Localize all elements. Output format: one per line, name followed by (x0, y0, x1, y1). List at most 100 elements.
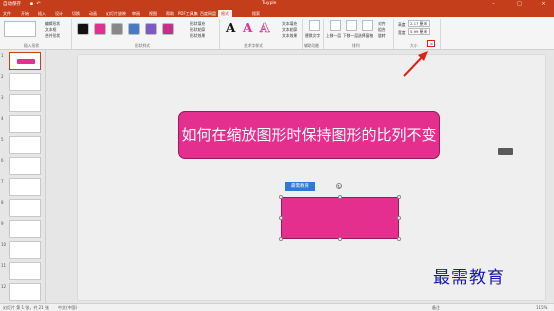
title-shape[interactable]: 如何在缩放图形时保持图形的比列不变 (178, 111, 440, 159)
tab-baidu-netdisk[interactable]: 百度网盘 (200, 10, 216, 17)
status-bar: 幻灯片 第 1 张，共 21 张 中文(中国) 备注 115% (0, 303, 554, 311)
slide-thumb-3[interactable] (9, 94, 41, 112)
height-label: 高度 (398, 22, 406, 27)
width-input[interactable]: 5.99 厘米 (408, 28, 430, 35)
tab-insert[interactable]: 插入 (38, 10, 46, 17)
selection-pane-icon[interactable] (362, 20, 373, 31)
resize-handle[interactable] (397, 237, 401, 241)
slide-count: 幻灯片 第 1 张，共 21 张 (3, 305, 49, 310)
thumb-number: 7 (1, 179, 4, 184)
notes-button[interactable]: 备注 (432, 305, 440, 311)
save-icon[interactable]: ▪ (28, 1, 35, 7)
slide-thumb-11[interactable] (9, 262, 41, 280)
group-label-insert-shapes: 插入形状 (24, 43, 40, 48)
resize-handle[interactable] (338, 237, 342, 241)
ribbon-divider (393, 19, 394, 49)
slide-thumb-4[interactable] (9, 115, 41, 133)
watermark: 最需教育 (433, 268, 505, 288)
thumb-number: 9 (1, 221, 4, 226)
thumb-number: 1 (1, 53, 4, 58)
rotate-button[interactable]: 旋转 (378, 33, 386, 39)
slide-thumb-2[interactable] (9, 73, 41, 91)
thumb-number: 6 (1, 158, 4, 163)
group-label-wordart-styles: 艺术字样式 (244, 43, 263, 48)
thumb-number: 2 (1, 74, 4, 79)
alt-text-icon[interactable] (309, 20, 320, 31)
search-tab[interactable]: 搜索 (252, 10, 260, 17)
slide-thumb-8[interactable] (9, 199, 41, 217)
group-label-arrange: 排列 (352, 43, 360, 48)
thumb-number: 3 (1, 95, 4, 100)
resize-handle[interactable] (279, 195, 283, 199)
autosave-label[interactable]: 自动保存 (3, 1, 21, 7)
tab-format[interactable]: 格式 (218, 10, 232, 17)
undo-icon[interactable]: ↶ (35, 1, 42, 7)
camera-icon[interactable] (498, 148, 513, 155)
tab-home[interactable]: 开始 (21, 10, 29, 17)
wordart-style-pink[interactable]: A (243, 21, 252, 35)
thumb-number: 11 (1, 263, 7, 268)
style-swatch[interactable] (77, 23, 89, 35)
tab-transitions[interactable]: 切换 (72, 10, 80, 17)
size-dialog-launcher[interactable]: ⇲ (427, 40, 435, 47)
tab-pdf-tools[interactable]: PDF工具集 (178, 10, 198, 17)
slide-thumb-5[interactable] (9, 136, 41, 154)
selected-rectangle-shape[interactable] (281, 197, 399, 239)
alt-text-button[interactable]: 替换文字 (305, 33, 320, 39)
height-input[interactable]: 2.17 厘米 (408, 20, 430, 27)
shape-effects-button[interactable]: 形状效果 (190, 33, 205, 39)
thumb-number: 5 (1, 137, 4, 142)
zoom-level[interactable]: 115% (536, 305, 547, 310)
slide-thumb-6[interactable] (9, 157, 41, 175)
document-title: Tuyple (262, 1, 277, 6)
tab-view[interactable]: 视图 (149, 10, 157, 17)
group-label-size: 大小 (410, 43, 418, 48)
resize-handle[interactable] (397, 195, 401, 199)
style-swatch[interactable] (162, 23, 174, 35)
style-swatch[interactable] (145, 23, 157, 35)
tab-help[interactable]: 帮助 (166, 10, 174, 17)
send-backward-button[interactable]: 下移一层 (343, 33, 358, 39)
selection-pane-button[interactable]: 选择窗格 (358, 33, 373, 39)
rotate-icon[interactable]: ↻ (336, 183, 342, 189)
width-label: 宽度 (398, 30, 406, 35)
resize-handle[interactable] (397, 216, 401, 220)
bring-forward-button[interactable]: 上移一层 (326, 33, 341, 39)
ribbon-divider (219, 19, 220, 49)
resize-handle[interactable] (338, 195, 342, 199)
slide-thumbnails: 1 2 3 4 5 6 7 8 9 10 11 12 (0, 50, 46, 303)
ribbon-tabs: 文件 开始 插入 设计 切换 动画 幻灯片放映 审阅 视图 帮助 PDF工具集 … (0, 9, 554, 17)
merge-shapes-button[interactable]: 合并形状 (45, 33, 60, 39)
title-bar: 自动保存 ▪ ↶ Tuyple 绘图工具 – □ × (0, 0, 554, 15)
minimize-icon[interactable]: – (490, 1, 497, 7)
wordart-style-outline[interactable]: A (260, 21, 270, 36)
language-status[interactable]: 中文(中国) (58, 305, 77, 311)
ribbon-divider (302, 19, 303, 49)
bring-forward-icon[interactable] (330, 20, 341, 31)
send-backward-icon[interactable] (346, 20, 357, 31)
selection-badge: 最需教育 (285, 182, 315, 191)
tab-design[interactable]: 设计 (55, 10, 63, 17)
style-swatch[interactable] (111, 23, 123, 35)
resize-handle[interactable] (279, 237, 283, 241)
slide-thumb-10[interactable] (9, 241, 41, 259)
slide-thumb-1[interactable] (9, 52, 41, 70)
shape-gallery[interactable] (4, 21, 36, 37)
wordart-style-black[interactable]: A (226, 21, 235, 35)
tab-slideshow[interactable]: 幻灯片放映 (106, 10, 126, 17)
tab-review[interactable]: 审阅 (132, 10, 140, 17)
text-effects-button[interactable]: 文本效果 (282, 33, 297, 39)
tab-file[interactable]: 文件 (3, 10, 11, 17)
thumb-number: 8 (1, 200, 4, 205)
slide-thumb-7[interactable] (9, 178, 41, 196)
tab-animations[interactable]: 动画 (89, 10, 97, 17)
thumb-number: 4 (1, 116, 4, 121)
close-icon[interactable]: × (540, 1, 547, 7)
style-swatch[interactable] (94, 23, 106, 35)
slide-thumb-9[interactable] (9, 220, 41, 238)
resize-handle[interactable] (279, 216, 283, 220)
ribbon-divider (440, 19, 441, 49)
maximize-icon[interactable]: □ (516, 1, 523, 7)
style-swatch[interactable] (128, 23, 140, 35)
slide-thumb-12[interactable] (9, 283, 41, 301)
